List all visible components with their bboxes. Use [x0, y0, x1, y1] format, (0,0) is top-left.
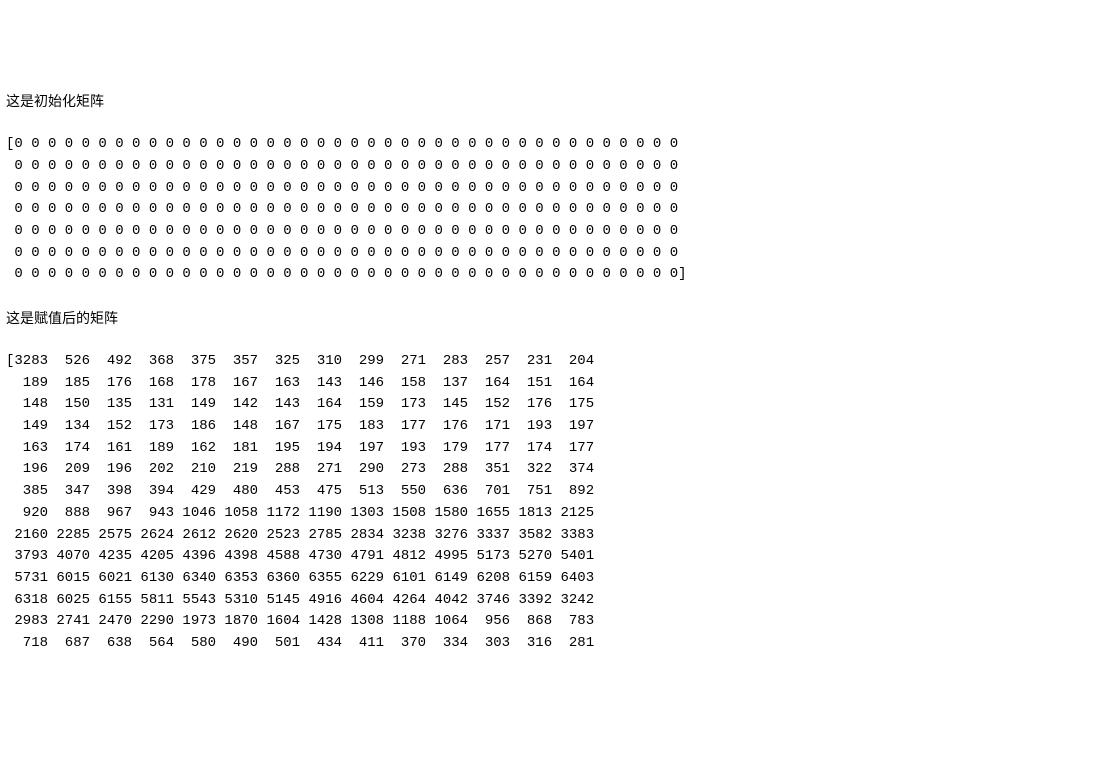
assigned-matrix-output: [3283 526 492 368 375 357 325 310 299 27… [6, 351, 1105, 655]
init-matrix-label: 这是初始化矩阵 [6, 91, 1105, 113]
assigned-matrix-label: 这是赋值后的矩阵 [6, 308, 1105, 330]
init-matrix-output: [0 0 0 0 0 0 0 0 0 0 0 0 0 0 0 0 0 0 0 0… [6, 134, 1105, 286]
